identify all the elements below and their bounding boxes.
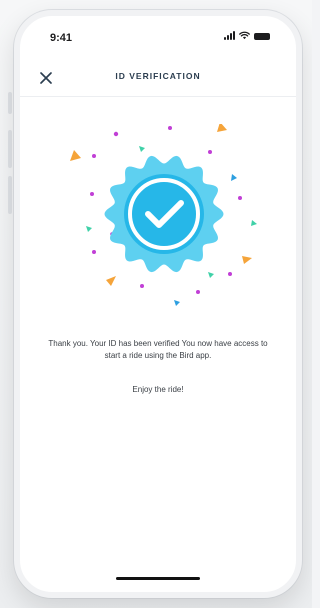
confetti-dot (238, 196, 242, 200)
verified-badge-icon (104, 155, 224, 273)
confetti-triangle (70, 150, 81, 161)
battery-icon (254, 33, 270, 40)
confetti-flake (139, 146, 145, 152)
confetti-dot (208, 150, 212, 154)
confetti-flake (174, 300, 180, 306)
confetti-dot (168, 126, 172, 130)
status-bar: 9:41 (20, 16, 296, 56)
confetti-flake (251, 220, 257, 226)
confetti-triangle (217, 124, 227, 132)
confetti-dot (92, 250, 96, 254)
silent-switch (8, 92, 12, 114)
confetti-dot (92, 154, 96, 158)
confetti-flake (231, 174, 237, 181)
confetti-flake (86, 226, 92, 232)
confetti-flake (208, 272, 214, 278)
screenshot-stage: 9:41 ID VERIFICATION Thank you. Your ID … (0, 0, 312, 608)
nav-bar: ID VERIFICATION (20, 60, 296, 97)
home-indicator (116, 577, 200, 580)
confetti-dot (90, 192, 94, 196)
wifi-icon (239, 31, 250, 40)
enjoy-text: Enjoy the ride! (132, 385, 184, 394)
phone-device: 9:41 ID VERIFICATION Thank you. Your ID … (14, 10, 302, 598)
signal-icon (224, 31, 235, 40)
volume-down-button (8, 176, 12, 214)
page-title: ID VERIFICATION (115, 71, 201, 81)
confetti-triangle (242, 256, 252, 264)
volume-up-button (8, 130, 12, 168)
confetti-triangle (106, 276, 116, 286)
confetti-dot (228, 272, 232, 276)
verification-illustration (70, 124, 257, 306)
confetti-dot (196, 290, 200, 294)
status-icons (224, 31, 270, 40)
confirmation-message: Thank you. Your ID has been verified You… (48, 339, 268, 360)
confetti-dot (113, 131, 119, 137)
status-time: 9:41 (50, 32, 73, 44)
confetti-dot (140, 284, 144, 288)
